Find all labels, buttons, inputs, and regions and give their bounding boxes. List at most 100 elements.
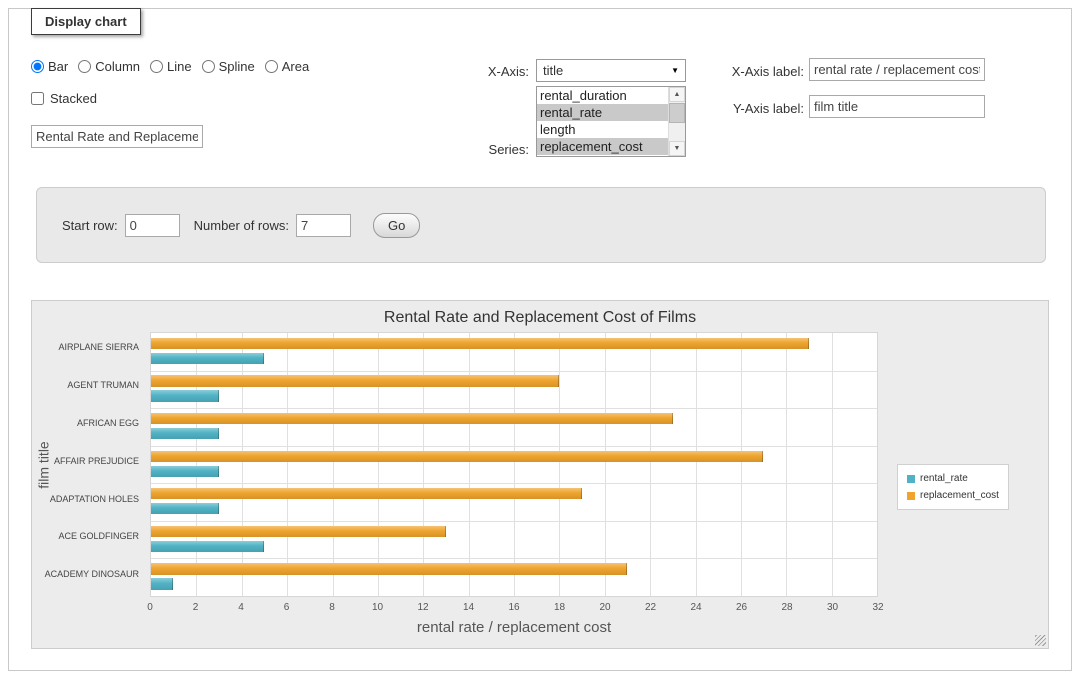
x-tick-label: 0 <box>147 602 153 613</box>
gridline <box>378 333 379 596</box>
legend-item-rental_rate[interactable]: rental_rate <box>907 470 999 487</box>
category-label: ACE GOLDFINGER <box>58 531 139 541</box>
x-tick-label: 28 <box>781 602 792 613</box>
chart-type-radio-label: Spline <box>219 59 255 74</box>
category-label: ACADEMY DINOSAUR <box>45 569 139 579</box>
category-axis: AIRPLANE SIERRAAGENT TRUMANAFRICAN EGGAF… <box>32 332 145 597</box>
chart-type-radio-column[interactable] <box>78 60 91 73</box>
category-label: AFRICAN EGG <box>77 418 139 428</box>
gridline <box>151 446 877 447</box>
row-controls-panel: Start row: Number of rows: Go <box>36 187 1046 263</box>
gridline <box>741 333 742 596</box>
series-options: rental_durationrental_ratelengthreplacem… <box>537 87 668 156</box>
bar-replacement_cost <box>151 526 446 537</box>
series-scrollbar[interactable]: ▲ ▼ <box>668 87 685 156</box>
category-label: AGENT TRUMAN <box>67 380 139 390</box>
x-tick-label: 8 <box>329 602 335 613</box>
chart-title-input[interactable] <box>31 125 203 148</box>
bar-replacement_cost <box>151 563 627 574</box>
y-axis-label-field-label: Y-Axis label: <box>697 101 804 116</box>
chart-type-option-area[interactable]: Area <box>265 59 309 74</box>
x-axis-field-label: X-Axis: <box>429 64 529 79</box>
x-tick-label: 12 <box>417 602 428 613</box>
x-tick-label: 16 <box>508 602 519 613</box>
y-axis-label-input[interactable] <box>809 95 985 118</box>
chart-type-radio-spline[interactable] <box>202 60 215 73</box>
bar-rental_rate <box>151 503 219 514</box>
gridline <box>333 333 334 596</box>
resize-handle-icon[interactable] <box>1035 635 1046 646</box>
scrollbar-thumb[interactable] <box>669 103 685 123</box>
scroll-down-icon[interactable]: ▼ <box>669 141 685 156</box>
x-tick-label: 6 <box>284 602 290 613</box>
x-tick-label: 10 <box>372 602 383 613</box>
x-axis-select-value: title <box>543 63 563 78</box>
chart-type-radio-line[interactable] <box>150 60 163 73</box>
x-axis-label-field-label: X-Axis label: <box>697 64 804 79</box>
gridline <box>696 333 697 596</box>
gridline <box>151 408 877 409</box>
gridline <box>151 483 877 484</box>
series-option-length[interactable]: length <box>537 121 668 138</box>
x-tick-label: 30 <box>827 602 838 613</box>
number-of-rows-input[interactable] <box>296 214 351 237</box>
legend-swatch-icon <box>907 492 915 500</box>
gridline <box>151 371 877 372</box>
x-tick-label: 24 <box>690 602 701 613</box>
display-chart-fieldset: Display chart BarColumnLineSplineArea St… <box>8 8 1072 671</box>
bar-rental_rate <box>151 428 219 439</box>
chart-type-radio-area[interactable] <box>265 60 278 73</box>
gridline <box>151 521 877 522</box>
bar-rental_rate <box>151 541 264 552</box>
x-axis-title: rental rate / replacement cost <box>150 619 878 636</box>
start-row-input[interactable] <box>125 214 180 237</box>
chart-type-option-column[interactable]: Column <box>78 59 140 74</box>
gridline <box>242 333 243 596</box>
series-listbox[interactable]: rental_durationrental_ratelengthreplacem… <box>536 86 686 157</box>
stacked-checkbox-row[interactable]: Stacked <box>31 91 97 106</box>
chart-type-radio-group: Bar Column Line Spline Area <box>31 59 319 74</box>
chart-title: Rental Rate and Replacement Cost of Film… <box>32 309 1048 327</box>
chart-type-radio-label: Column <box>95 59 140 74</box>
chart-type-radio-label: Line <box>167 59 192 74</box>
chevron-down-icon: ▼ <box>671 66 679 75</box>
legend-label: rental_rate <box>920 473 968 484</box>
number-of-rows-label: Number of rows: <box>194 218 289 233</box>
x-tick-label: 2 <box>193 602 199 613</box>
gridline <box>650 333 651 596</box>
scroll-up-icon[interactable]: ▲ <box>669 87 685 102</box>
legend-label: replacement_cost <box>920 490 999 501</box>
series-field-label: Series: <box>429 142 529 157</box>
series-option-replacement_cost[interactable]: replacement_cost <box>537 138 668 155</box>
bar-rental_rate <box>151 578 173 589</box>
series-option-rental_rate[interactable]: rental_rate <box>537 104 668 121</box>
chart-type-option-spline[interactable]: Spline <box>202 59 255 74</box>
x-axis-select[interactable]: title ▼ <box>536 59 686 82</box>
x-axis-label-input[interactable] <box>809 58 985 81</box>
chart-type-option-line[interactable]: Line <box>150 59 192 74</box>
gridline <box>287 333 288 596</box>
category-label: AIRPLANE SIERRA <box>58 342 139 352</box>
x-tick-label: 14 <box>463 602 474 613</box>
gridline <box>196 333 197 596</box>
x-tick-label: 4 <box>238 602 244 613</box>
bar-replacement_cost <box>151 413 673 424</box>
bar-rental_rate <box>151 353 264 364</box>
x-tick-label: 32 <box>872 602 883 613</box>
gridline <box>786 333 787 596</box>
x-tick-label: 26 <box>736 602 747 613</box>
series-option-rental_duration[interactable]: rental_duration <box>537 87 668 104</box>
stacked-checkbox[interactable] <box>31 92 44 105</box>
chart-type-option-bar[interactable]: Bar <box>31 59 68 74</box>
start-row-label: Start row: <box>62 218 118 233</box>
go-button[interactable]: Go <box>373 213 420 238</box>
bar-replacement_cost <box>151 451 763 462</box>
gridline <box>832 333 833 596</box>
x-tick-label: 22 <box>645 602 656 613</box>
legend-swatch-icon <box>907 475 915 483</box>
gridline <box>514 333 515 596</box>
legend-item-replacement_cost[interactable]: replacement_cost <box>907 487 999 504</box>
category-label: ADAPTATION HOLES <box>50 494 139 504</box>
bar-replacement_cost <box>151 375 559 386</box>
chart-type-radio-bar[interactable] <box>31 60 44 73</box>
